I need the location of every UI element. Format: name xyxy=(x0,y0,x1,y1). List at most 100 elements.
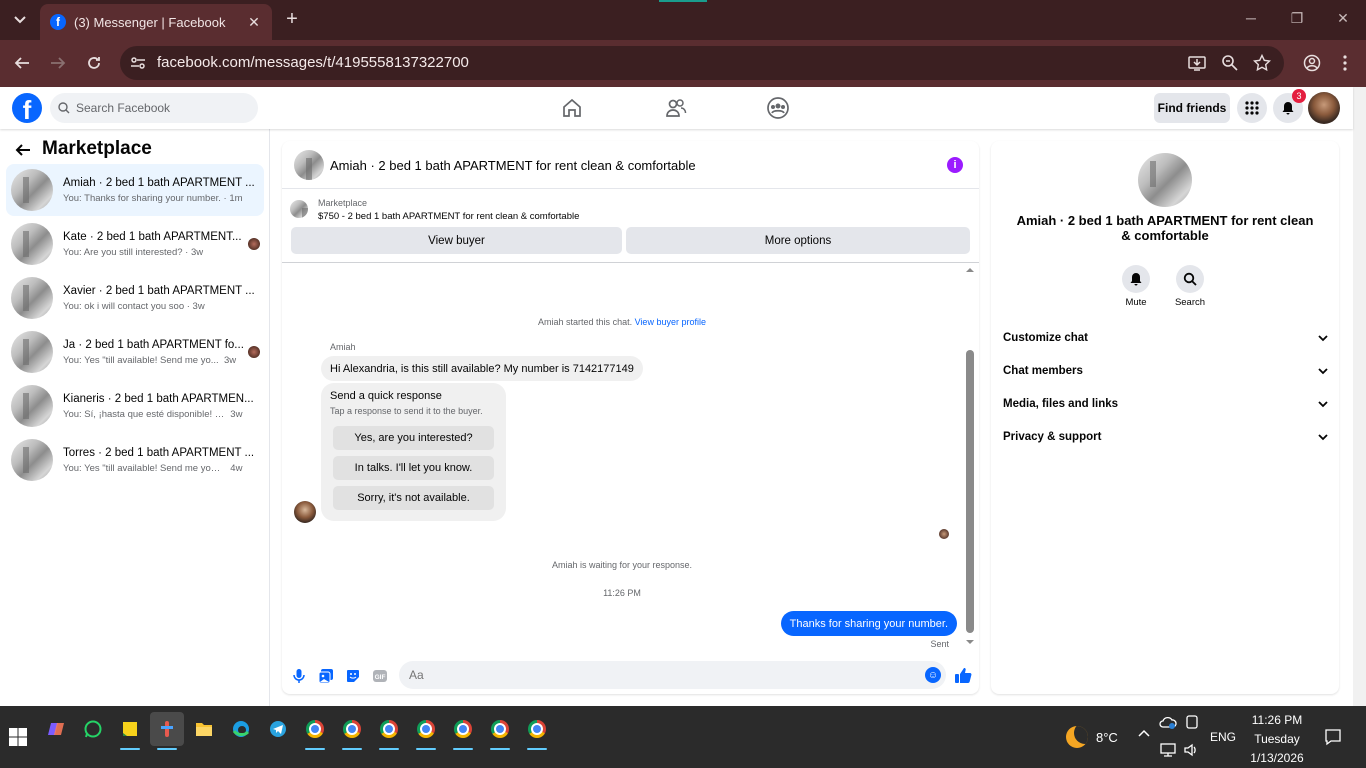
facebook-logo[interactable]: f xyxy=(12,93,42,123)
more-options-button[interactable]: More options xyxy=(626,227,970,254)
home-icon[interactable] xyxy=(560,96,584,120)
customize-chat-section[interactable]: Customize chat xyxy=(1003,326,1329,350)
clock-date: 1/13/2026 xyxy=(1250,751,1304,765)
close-window-button[interactable]: ✕ xyxy=(1333,10,1353,30)
chrome-icon[interactable] xyxy=(446,712,480,750)
thread-name: Amiah · 2 bed 1 bath APARTMENT ... xyxy=(63,176,255,189)
browser-tab[interactable]: f (3) Messenger | Facebook ✕ xyxy=(40,4,272,40)
language-indicator[interactable]: ENG xyxy=(1210,730,1236,744)
quick-response-button[interactable]: Yes, are you interested? xyxy=(333,426,494,450)
back-button[interactable] xyxy=(11,52,33,74)
chrome-icon[interactable] xyxy=(298,712,332,750)
site-settings-icon[interactable] xyxy=(130,55,146,71)
sticky-notes-icon[interactable] xyxy=(113,712,147,750)
forward-button[interactable] xyxy=(47,52,69,74)
microphone-icon[interactable] xyxy=(291,668,307,684)
file-explorer-icon[interactable] xyxy=(187,712,221,746)
chrome-icon[interactable] xyxy=(335,712,369,750)
system-clock[interactable]: 11:26 PM Tuesday 1/13/2026 xyxy=(1244,711,1310,768)
media-files-section[interactable]: Media, files and links xyxy=(1003,392,1329,416)
edge-icon[interactable] xyxy=(224,712,258,746)
chat-title[interactable]: Amiah · 2 bed 1 bath APARTMENT for rent … xyxy=(330,158,696,173)
restore-window-button[interactable]: ❐ xyxy=(1287,10,1307,30)
listing-thumbnail xyxy=(11,223,53,265)
waiting-notice: Amiah is waiting for your response. xyxy=(551,560,693,570)
groups-icon[interactable] xyxy=(766,96,790,120)
emoji-icon[interactable]: ☺ xyxy=(925,667,941,683)
url-text[interactable]: facebook.com/messages/t/4195558137322700 xyxy=(157,54,469,71)
listing-large-thumbnail[interactable] xyxy=(1138,153,1192,207)
gif-icon[interactable]: GIF xyxy=(372,668,388,684)
media-app-icon[interactable] xyxy=(150,712,184,750)
install-app-icon[interactable] xyxy=(1188,54,1206,72)
clock-day: Tuesday xyxy=(1254,732,1300,746)
seen-avatar xyxy=(248,238,260,250)
friends-icon[interactable] xyxy=(664,96,688,120)
listing-thumbnail xyxy=(11,331,53,373)
scroll-thumb[interactable] xyxy=(966,350,974,633)
chat-thumbnail[interactable] xyxy=(294,150,324,180)
mute-button[interactable]: Mute xyxy=(1116,265,1156,308)
view-buyer-profile-link[interactable]: View buyer profile xyxy=(635,317,706,327)
thumbs-up-icon[interactable] xyxy=(954,666,972,684)
message-input[interactable] xyxy=(399,661,946,689)
onedrive-icon[interactable] xyxy=(1159,715,1177,729)
thread-item[interactable]: Torres · 2 bed 1 bath APARTMENT ... You:… xyxy=(6,434,264,486)
sent-status: Sent xyxy=(930,639,949,649)
conversation-info-icon[interactable]: i xyxy=(947,157,963,173)
messages-scrollbar[interactable] xyxy=(965,266,975,646)
facebook-search-input[interactable]: Search Facebook xyxy=(50,93,258,123)
thread-name: Kianeris · 2 bed 1 bath APARTMEN... xyxy=(63,392,254,405)
meet-now-icon[interactable] xyxy=(1185,715,1199,729)
weather-widget[interactable]: 8°C xyxy=(1066,726,1118,748)
quick-response-title: Send a quick response xyxy=(330,390,442,402)
chrome-icon[interactable] xyxy=(520,712,554,750)
chevron-down-icon xyxy=(1318,434,1328,441)
chat-members-section[interactable]: Chat members xyxy=(1003,359,1329,383)
telegram-icon[interactable] xyxy=(261,712,295,746)
close-tab-icon[interactable]: ✕ xyxy=(246,14,262,31)
back-arrow-icon[interactable] xyxy=(14,141,34,161)
incoming-message: Hi Alexandria, is this still available? … xyxy=(321,356,643,381)
sender-avatar[interactable] xyxy=(294,501,316,523)
account-avatar[interactable] xyxy=(1308,92,1340,124)
profile-icon[interactable] xyxy=(1301,52,1323,74)
quick-response-button[interactable]: Sorry, it's not available. xyxy=(333,486,494,510)
minimize-window-button[interactable]: ─ xyxy=(1241,10,1261,30)
chrome-icon[interactable] xyxy=(372,712,406,750)
photo-icon[interactable] xyxy=(318,668,334,684)
thread-item[interactable]: Ja · 2 bed 1 bath APARTMENT fo... You: Y… xyxy=(6,326,264,378)
bookmark-star-icon[interactable] xyxy=(1253,54,1271,72)
chrome-icon[interactable] xyxy=(409,712,443,750)
search-conversation-button[interactable]: Search xyxy=(1170,265,1210,308)
new-tab-button[interactable]: + xyxy=(282,8,302,32)
volume-icon[interactable] xyxy=(1183,743,1199,757)
page-scrollbar[interactable] xyxy=(1353,87,1366,706)
thread-name: Xavier · 2 bed 1 bath APARTMENT ... xyxy=(63,284,255,297)
thread-item[interactable]: Kianeris · 2 bed 1 bath APARTMEN... You:… xyxy=(6,380,264,432)
quick-response-button[interactable]: In talks. I'll let you know. xyxy=(333,456,494,480)
reload-button[interactable] xyxy=(83,52,105,74)
temperature: 8°C xyxy=(1096,729,1118,745)
copilot-icon[interactable] xyxy=(39,712,73,746)
view-buyer-button[interactable]: View buyer xyxy=(291,227,622,254)
thread-time: · 1m xyxy=(223,192,243,204)
network-icon[interactable] xyxy=(1160,743,1176,757)
notification-center-icon[interactable] xyxy=(1324,728,1342,746)
tab-search-dropdown-icon[interactable] xyxy=(8,10,32,30)
whatsapp-icon[interactable] xyxy=(76,712,110,746)
windows-start-icon[interactable] xyxy=(1,720,35,754)
address-bar[interactable]: facebook.com/messages/t/4195558137322700 xyxy=(120,46,1284,80)
menu-grid-icon[interactable] xyxy=(1237,93,1267,123)
sticker-icon[interactable] xyxy=(345,668,361,684)
chevron-up-icon[interactable] xyxy=(1137,728,1151,738)
thread-item[interactable]: Kate · 2 bed 1 bath APARTMENT... You: Ar… xyxy=(6,218,264,270)
thread-item[interactable]: Xavier · 2 bed 1 bath APARTMENT ... You:… xyxy=(6,272,264,324)
chrome-menu-icon[interactable] xyxy=(1334,52,1356,74)
chrome-icon[interactable] xyxy=(483,712,517,750)
thread-time: 4w xyxy=(230,462,243,474)
privacy-support-section[interactable]: Privacy & support xyxy=(1003,425,1329,449)
thread-item[interactable]: Amiah · 2 bed 1 bath APARTMENT ... You: … xyxy=(6,164,264,216)
find-friends-button[interactable]: Find friends xyxy=(1154,93,1230,123)
zoom-icon[interactable] xyxy=(1221,54,1239,72)
